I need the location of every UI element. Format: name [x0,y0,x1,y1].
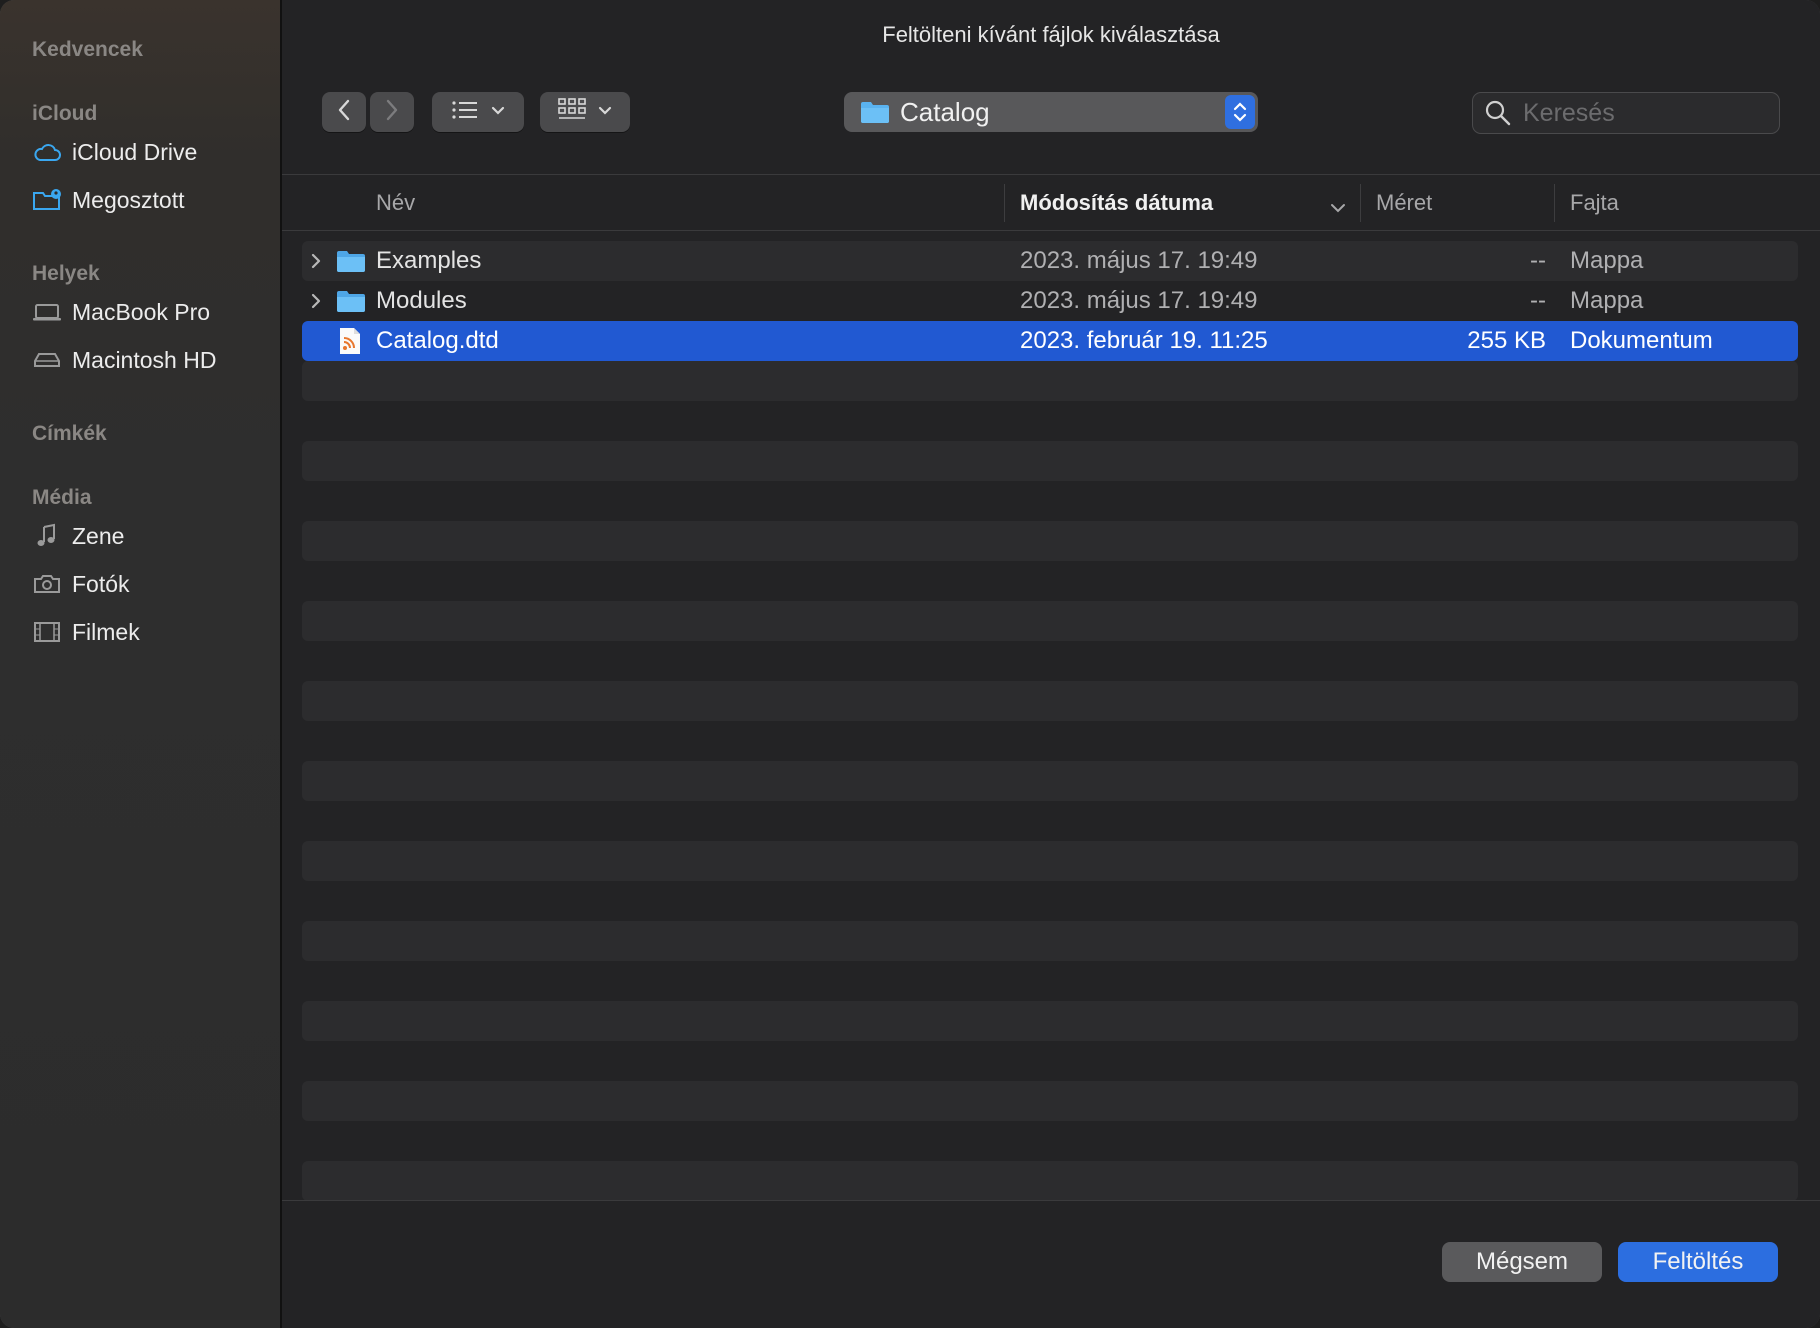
file-date: 2023. május 17. 19:49 [1020,287,1258,314]
laptop-icon [32,297,62,327]
file-name: Modules [376,287,467,314]
search-icon [1485,100,1511,126]
list-view-button[interactable] [432,92,524,132]
empty-row [302,601,1798,641]
forward-button[interactable] [370,92,414,132]
main-panel: Feltölteni kívánt fájlok kiválasztása Ca… [282,0,1820,1328]
file-dialog-window: Kedvencek iCloud iCloud Drive Megosztott… [0,0,1820,1328]
empty-row [302,1001,1798,1041]
column-divider [1004,184,1005,222]
sidebar: Kedvencek iCloud iCloud Drive Megosztott… [0,0,282,1328]
column-divider [1360,184,1361,222]
sidebar-item-shared[interactable]: Megosztott [32,180,272,220]
file-date: 2023. február 19. 11:25 [1020,327,1268,354]
empty-row [302,1161,1798,1201]
sidebar-section-places: Helyek [32,262,100,285]
group-view-button[interactable] [540,92,630,132]
sidebar-item-label: Macintosh HD [72,346,217,373]
column-header: Név Módosítás dátuma Méret Fajta [282,176,1820,230]
location-popup[interactable]: Catalog [844,92,1258,132]
camera-icon [32,569,62,599]
file-kind: Mappa [1570,247,1644,274]
sidebar-item-music[interactable]: Zene [32,516,272,556]
file-size: -- [1530,287,1546,314]
empty-row [302,361,1798,401]
disclosure-triangle-icon[interactable] [310,241,322,281]
sidebar-item-label: Zene [72,522,125,549]
column-header-size[interactable]: Méret [1376,176,1546,230]
chevron-left-icon [337,99,351,126]
file-size: -- [1530,247,1546,274]
sidebar-section-favorites: Kedvencek [32,38,143,61]
search-input[interactable] [1521,97,1765,129]
grid-icon [558,97,586,127]
sidebar-item-label: Fotók [72,570,130,597]
file-kind: Mappa [1570,287,1644,314]
sidebar-item-photos[interactable]: Fotók [32,564,272,604]
folder-icon [336,281,366,321]
sidebar-item-label: Filmek [72,618,140,645]
sidebar-item-icloud-drive[interactable]: iCloud Drive [32,132,272,172]
column-size-label: Méret [1376,190,1433,215]
folder-icon [860,100,890,124]
chevron-down-icon [598,103,612,121]
sidebar-item-label: Megosztott [72,186,185,213]
sidebar-item-label: MacBook Pro [72,298,211,325]
search-field[interactable] [1472,92,1780,134]
empty-row [302,921,1798,961]
table-row[interactable]: Modules 2023. május 17. 19:49 -- Mappa [302,281,1798,321]
cancel-button[interactable]: Mégsem [1442,1242,1602,1282]
file-name: Catalog.dtd [376,327,499,354]
shared-folder-icon [32,185,62,215]
header-divider [282,230,1820,231]
folder-icon [336,241,366,281]
sidebar-section-media: Média [32,486,92,509]
empty-row [302,841,1798,881]
empty-row [302,441,1798,481]
empty-row [302,761,1798,801]
column-date-label: Módosítás dátuma [1020,190,1214,215]
location-label: Catalog [900,96,990,127]
file-name: Examples [376,247,482,274]
column-name-label: Név [376,190,416,215]
footer-divider [282,1200,1820,1201]
sidebar-item-macbook-pro[interactable]: MacBook Pro [32,292,272,332]
up-down-chevron-icon [1225,95,1255,129]
toolbar-divider [282,174,1820,175]
table-row-selected[interactable]: Catalog.dtd 2023. február 19. 11:25 255 … [302,321,1798,361]
column-header-name[interactable]: Név [376,176,976,230]
upload-button[interactable]: Feltöltés [1618,1242,1778,1282]
sidebar-section-icloud: iCloud [32,102,98,125]
file-date: 2023. május 17. 19:49 [1020,247,1258,274]
sidebar-item-movies[interactable]: Filmek [32,612,272,652]
column-divider [1554,184,1555,222]
back-button[interactable] [322,92,366,132]
sidebar-section-tags: Címkék [32,422,107,445]
file-size: 255 KB [1467,327,1546,354]
empty-row [302,521,1798,561]
sort-descending-icon [1330,194,1346,220]
list-icon [451,100,479,125]
column-kind-label: Fajta [1570,190,1619,215]
empty-row [302,681,1798,721]
chevron-down-icon [491,103,505,121]
cloud-icon [32,137,62,167]
document-icon [338,321,362,361]
column-header-kind[interactable]: Fajta [1570,176,1800,230]
hard-drive-icon [32,345,62,375]
sidebar-item-macintosh-hd[interactable]: Macintosh HD [32,340,272,380]
column-header-date[interactable]: Módosítás dátuma [1020,176,1360,230]
disclosure-triangle-icon[interactable] [310,281,322,321]
chevron-right-icon [385,99,399,126]
music-note-icon [32,521,62,551]
file-kind: Dokumentum [1570,327,1713,354]
table-row[interactable]: Examples 2023. május 17. 19:49 -- Mappa [302,241,1798,281]
sidebar-item-label: iCloud Drive [72,138,198,165]
empty-row [302,1081,1798,1121]
film-icon [32,617,62,647]
dialog-title: Feltölteni kívánt fájlok kiválasztása [882,22,1220,47]
